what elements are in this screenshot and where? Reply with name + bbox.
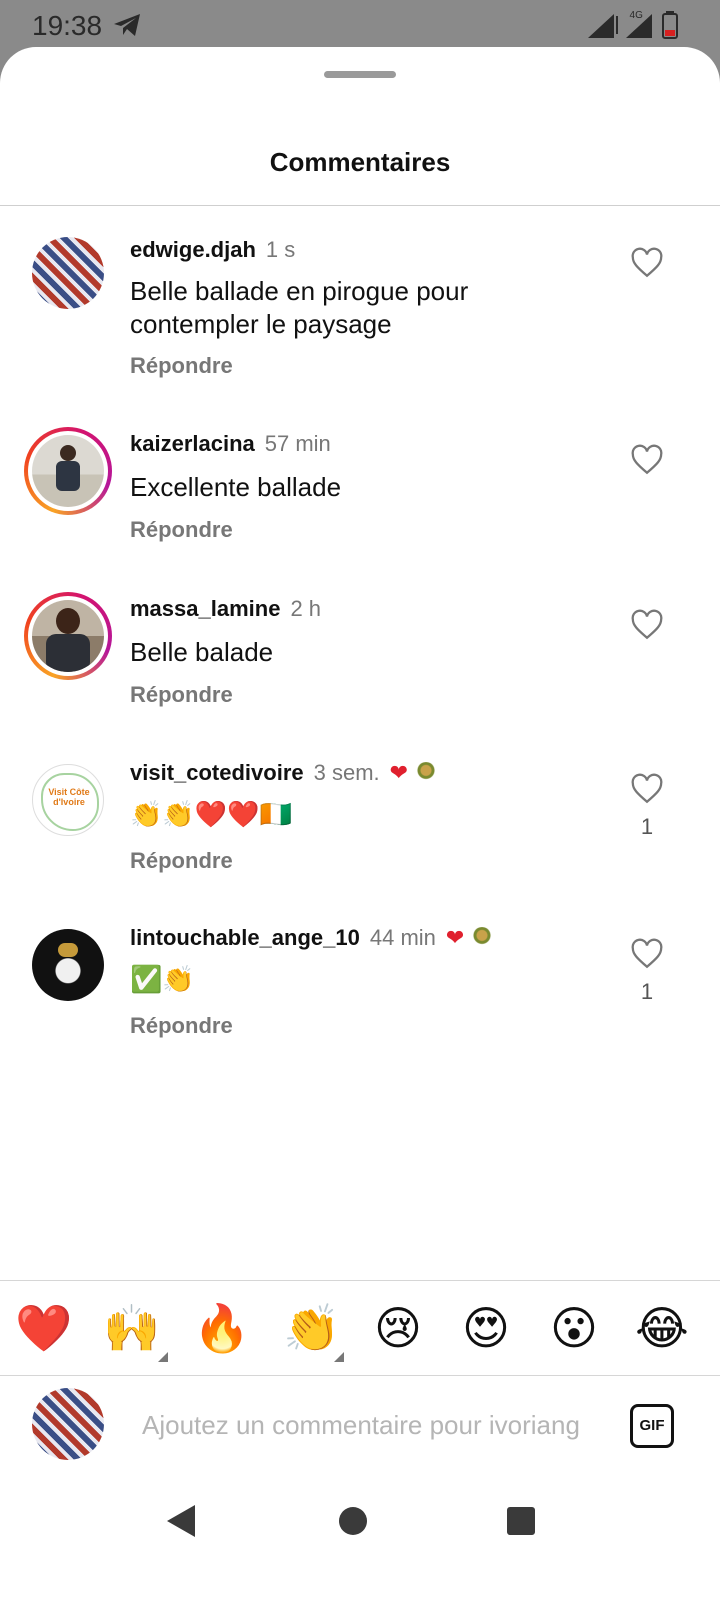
emoji-crying[interactable]: 😢 (366, 1296, 430, 1360)
avatar-story-ring[interactable] (24, 592, 112, 680)
comment-header: edwige.djah 1 s (130, 237, 295, 263)
emoji-bar-divider (0, 1280, 720, 1281)
like-count: 1 (640, 979, 654, 1004)
comment-time: 44 min (369, 925, 436, 950)
battery-icon (662, 11, 678, 39)
avatar (32, 600, 104, 672)
comment-username[interactable]: kaizerlacina (130, 431, 255, 456)
home-icon[interactable] (339, 1507, 367, 1535)
heart-icon[interactable] (630, 773, 664, 805)
system-nav-bar (0, 1478, 720, 1600)
emoji-laughing[interactable]: 😂 (630, 1296, 694, 1360)
avatar[interactable] (32, 237, 104, 309)
author-mini-avatar (470, 927, 495, 951)
status-bar: 19:38 4G (0, 0, 720, 50)
avatar-figure-body (56, 461, 80, 491)
status-time: 19:38 (32, 10, 103, 41)
emoji-variant-caret-icon (334, 1352, 344, 1362)
emoji-surprised[interactable]: 😮 (542, 1296, 606, 1360)
emoji-variant-caret-icon (158, 1352, 168, 1362)
comment-header: visit_cotedivoire 3 sem. ❤ (130, 760, 439, 786)
emoji-quick-bar: ❤️ 🙌 🔥 👏 😢 😍 😮 😂 (0, 1296, 720, 1366)
avatar-figure-body (46, 634, 90, 672)
author-liked-heart-icon: ❤ (445, 925, 465, 950)
avatar[interactable] (32, 929, 104, 1001)
comment-header: massa_lamine 2 h (130, 596, 321, 622)
comment-text: ✅👏 (130, 964, 195, 994)
heart-icon[interactable] (630, 938, 664, 970)
comment-time: 57 min (264, 431, 331, 456)
comment-time: 3 sem. (313, 760, 380, 785)
emoji-clap[interactable]: 👏 (280, 1296, 344, 1360)
my-avatar (32, 1388, 104, 1460)
avatar-logo-text: Visit Côte d'Ivoire (48, 787, 90, 807)
avatar (32, 435, 104, 507)
author-mini-avatar (414, 762, 439, 786)
network-label: 4G (629, 10, 643, 21)
reply-button[interactable]: Répondre (130, 682, 233, 708)
comment-input[interactable] (140, 1402, 604, 1448)
comment-header: lintouchable_ange_10 44 min ❤ (130, 925, 495, 951)
comment-username[interactable]: edwige.djah (130, 237, 256, 262)
comment-item: massa_lamine 2 h Belle balade Répondre (0, 592, 720, 722)
sheet-drag-handle[interactable] (324, 71, 396, 78)
like-count: 1 (640, 814, 654, 839)
comment-username[interactable]: visit_cotedivoire (130, 760, 304, 785)
reply-button[interactable]: Répondre (130, 1013, 233, 1039)
comment-item: Visit Côte d'Ivoire visit_cotedivoire 3 s… (0, 760, 720, 890)
sheet-title: Commentaires (269, 147, 451, 177)
title-divider (0, 205, 720, 206)
heart-icon[interactable] (630, 609, 664, 641)
reply-button[interactable]: Répondre (130, 848, 233, 874)
comment-item: edwige.djah 1 s Belle ballade en pirogue … (0, 237, 720, 387)
comment-item: lintouchable_ange_10 44 min ❤ ✅👏 Répondre … (0, 925, 720, 1055)
comment-input-row: GIF (0, 1376, 720, 1476)
emoji-raising-hands[interactable]: 🙌 (100, 1296, 164, 1360)
author-liked-heart-icon: ❤ (389, 760, 409, 785)
comment-item: kaizerlacina 57 min Excellente ballade Ré… (0, 427, 720, 557)
comment-text: Excellente ballade (130, 472, 342, 502)
comment-header: kaizerlacina 57 min (130, 431, 331, 457)
emoji-heart-eyes[interactable]: 😍 (454, 1296, 518, 1360)
comment-text: Belle ballade en pirogue pour contempler… (130, 276, 469, 339)
comment-username[interactable]: massa_lamine (130, 596, 280, 621)
comment-time: 2 h (290, 596, 322, 621)
signal-battery-group: 4G (586, 10, 680, 40)
telegram-icon (114, 14, 140, 36)
back-icon[interactable] (165, 1503, 197, 1539)
heart-icon[interactable] (630, 247, 664, 279)
avatar[interactable]: Visit Côte d'Ivoire (32, 764, 104, 836)
recents-icon[interactable] (507, 1507, 535, 1535)
avatar-figure (60, 445, 76, 461)
comment-time: 1 s (265, 237, 296, 262)
comment-text: Belle balade (130, 637, 274, 667)
emoji-fire[interactable]: 🔥 (190, 1296, 254, 1360)
reply-button[interactable]: Répondre (130, 517, 233, 543)
avatar-story-ring[interactable] (24, 427, 112, 515)
signal-icon (587, 14, 652, 38)
avatar-figure (56, 608, 80, 634)
gif-button[interactable]: GIF (630, 1404, 674, 1448)
comment-text: 👏👏❤️❤️🇨🇮 (130, 799, 292, 829)
heart-icon[interactable] (630, 444, 664, 476)
emoji-heart[interactable]: ❤️ (12, 1296, 76, 1360)
reply-button[interactable]: Répondre (130, 353, 233, 379)
avatar-figure (58, 943, 78, 957)
comment-username[interactable]: lintouchable_ange_10 (130, 925, 360, 950)
